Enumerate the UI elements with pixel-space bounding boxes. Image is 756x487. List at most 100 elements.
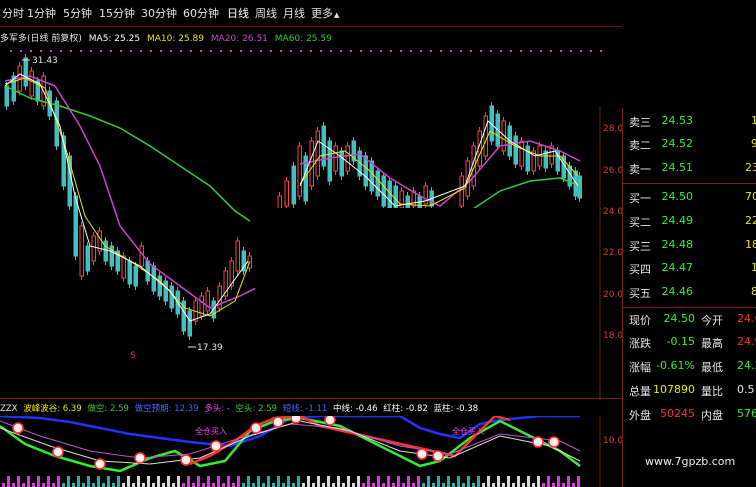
candle-body bbox=[284, 180, 289, 207]
histogram-bar bbox=[492, 483, 495, 487]
bid-price: 24.48 bbox=[661, 238, 694, 251]
histogram-bar bbox=[222, 483, 225, 487]
signal-dot bbox=[94, 458, 106, 470]
stat-row-volume: 总量 107890 量比 0.5 bbox=[627, 383, 756, 401]
ask-row-2[interactable]: 卖二 24.52 9 bbox=[627, 137, 756, 155]
candle-body bbox=[513, 135, 518, 165]
tab-15min[interactable]: 15分钟 bbox=[99, 5, 135, 21]
stat-value: 24.50 bbox=[663, 312, 696, 325]
ask-row-1[interactable]: 卖一 24.51 23 bbox=[627, 161, 756, 179]
histogram-bar bbox=[422, 483, 425, 487]
ma-legend: 多军多(日线 前复权) MA5: 25.25 MA10: 25.89 MA20:… bbox=[0, 31, 336, 47]
histogram-bar bbox=[352, 483, 355, 487]
histogram-bar bbox=[477, 476, 480, 487]
tab-weekly[interactable]: 周线 bbox=[255, 5, 277, 21]
stat-value: -0.61% bbox=[656, 359, 695, 372]
histogram-bar bbox=[192, 483, 195, 487]
histogram-bar bbox=[187, 476, 190, 487]
stat-label: 外盘 bbox=[629, 409, 651, 422]
signal-dot bbox=[416, 448, 428, 460]
ma20-value: MA20: 26.51 bbox=[210, 34, 268, 44]
ma5-line bbox=[4, 73, 249, 322]
stat-row-pct: 涨幅 -0.61% 最低 24.2 bbox=[627, 359, 756, 377]
tab-monthly[interactable]: 月线 bbox=[283, 5, 305, 21]
ask-row-3[interactable]: 卖三 24.53 1 bbox=[627, 114, 756, 132]
histogram-bar bbox=[377, 476, 380, 487]
histogram-bar bbox=[32, 483, 35, 487]
bid-row-5[interactable]: 买五 24.46 8 bbox=[627, 285, 756, 303]
histogram-bar bbox=[17, 476, 20, 487]
histogram-bar bbox=[287, 476, 290, 487]
candle-body bbox=[103, 240, 108, 262]
histogram-bar bbox=[572, 483, 575, 487]
histogram-bar bbox=[372, 483, 375, 487]
signal-dot bbox=[180, 454, 192, 466]
histogram-bar bbox=[117, 476, 120, 487]
histogram-bar bbox=[112, 483, 115, 487]
histogram-bar bbox=[292, 483, 295, 487]
tab-fenshi[interactable]: 分时 bbox=[2, 5, 24, 21]
histogram-bar bbox=[142, 483, 145, 487]
bid-row-1[interactable]: 买一 24.50 70 bbox=[627, 190, 756, 208]
signal-dot bbox=[290, 416, 302, 424]
stat-value-2: 0.5 bbox=[737, 383, 755, 396]
histogram-bar bbox=[397, 476, 400, 487]
histogram-bar bbox=[487, 476, 490, 487]
sub-item-6: 中线: -0.46 bbox=[333, 404, 378, 414]
histogram-bar bbox=[437, 476, 440, 487]
histogram-bar bbox=[102, 483, 105, 487]
bid-row-2[interactable]: 买二 24.49 22 bbox=[627, 214, 756, 232]
bid-row-3[interactable]: 买三 24.48 18 bbox=[627, 238, 756, 256]
histogram-bar bbox=[27, 476, 30, 487]
histogram-bar bbox=[382, 483, 385, 487]
tab-daily[interactable]: 日线 bbox=[227, 5, 249, 21]
candle-body bbox=[157, 275, 162, 297]
ask-vol: 1 bbox=[751, 114, 756, 127]
histogram-bar bbox=[312, 483, 315, 487]
histogram-bar bbox=[167, 476, 170, 487]
ask-label: 卖一 bbox=[629, 163, 651, 176]
sub-indicator-legend: ZZX 波峰波谷: 6.39 做空: 2.59 做空预期: 12.39 多头: … bbox=[0, 402, 481, 416]
histogram-bar bbox=[552, 483, 555, 487]
signal-marker-s: S bbox=[130, 351, 136, 361]
tab-more[interactable]: 更多▲ bbox=[311, 5, 339, 21]
histogram-bar bbox=[412, 483, 415, 487]
sub-item-4: 空头: 2.59 bbox=[235, 404, 278, 414]
kline-chart[interactable]: 31.43 17.39 S bbox=[0, 46, 622, 400]
signal-dot bbox=[548, 436, 560, 448]
bid-price: 24.49 bbox=[661, 214, 694, 227]
tab-60min[interactable]: 60分钟 bbox=[183, 5, 219, 21]
histogram-bar bbox=[242, 483, 245, 487]
bid-vol: 1 bbox=[751, 261, 756, 274]
watermark: www.7gpzb.com bbox=[645, 455, 736, 468]
candle-body bbox=[29, 70, 34, 97]
tab-1min[interactable]: 1分钟 bbox=[27, 5, 56, 21]
signal-dot bbox=[272, 416, 284, 428]
stat-value-2: 24.6 bbox=[737, 312, 756, 325]
blank-area bbox=[255, 208, 600, 400]
ask-price: 24.53 bbox=[661, 114, 694, 127]
ask-label: 卖三 bbox=[629, 116, 651, 129]
signal-dot bbox=[210, 440, 222, 452]
signal-dot bbox=[250, 422, 262, 434]
bid-row-4[interactable]: 买四 24.47 1 bbox=[627, 261, 756, 279]
histogram-bar bbox=[52, 483, 55, 487]
candle-body bbox=[291, 165, 296, 205]
signal-dots bbox=[12, 416, 560, 470]
histogram-bar bbox=[207, 476, 210, 487]
candle-body bbox=[345, 145, 350, 172]
sub-indicator-chart[interactable]: 全仓买入 全仓买入 bbox=[0, 416, 622, 487]
ask-label: 卖二 bbox=[629, 139, 651, 152]
histogram-bar bbox=[512, 483, 515, 487]
stat-label: 涨幅 bbox=[629, 361, 651, 374]
volume-bars bbox=[2, 476, 580, 487]
candle-body bbox=[91, 235, 96, 262]
histogram-bar bbox=[22, 483, 25, 487]
blue-line bbox=[0, 416, 580, 448]
tab-5min[interactable]: 5分钟 bbox=[63, 5, 92, 21]
histogram-bar bbox=[417, 476, 420, 487]
stat-label-2: 最低 bbox=[701, 361, 723, 374]
histogram-bar bbox=[277, 476, 280, 487]
tab-30min[interactable]: 30分钟 bbox=[141, 5, 177, 21]
histogram-bar bbox=[132, 483, 135, 487]
